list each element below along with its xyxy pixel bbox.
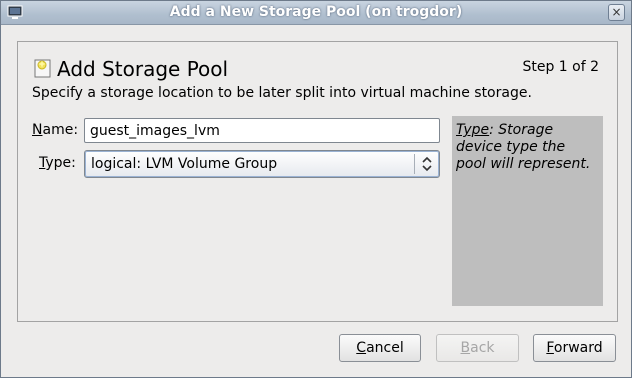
help-term: Type: [456, 122, 490, 138]
page-description: Specify a storage location to be later s…: [32, 85, 532, 101]
cancel-label: ancel: [366, 340, 404, 356]
forward-mnemonic: F: [546, 340, 554, 356]
type-select-value: logical: LVM Volume Group: [91, 156, 278, 172]
page-title: Add Storage Pool: [57, 57, 229, 81]
help-panel: Type: Storage device type the pool will …: [452, 116, 603, 306]
back-label: ack: [470, 340, 495, 356]
close-icon[interactable]: ×: [608, 4, 625, 21]
name-label: Name:: [32, 122, 78, 138]
content-panel: Add Storage Pool Step 1 of 2 Specify a s…: [17, 41, 618, 322]
type-select[interactable]: logical: LVM Volume Group: [84, 150, 440, 178]
new-pool-icon: [34, 59, 51, 78]
name-label-mnemonic: N: [32, 122, 43, 138]
back-mnemonic: B: [460, 340, 471, 356]
select-divider: [414, 154, 415, 174]
back-button[interactable]: Back: [436, 334, 519, 362]
type-label: Type:: [39, 155, 76, 171]
dialog-window: Add a New Storage Pool (on trogdor) × Ad…: [0, 0, 632, 378]
forward-button[interactable]: Forward: [533, 334, 616, 362]
chevron-updown-icon: [422, 156, 432, 172]
name-input[interactable]: [84, 118, 440, 143]
cancel-button[interactable]: Cancel: [339, 334, 421, 362]
step-indicator: Step 1 of 2: [522, 59, 599, 75]
window-title: Add a New Storage Pool (on trogdor): [169, 4, 463, 20]
type-label-text: ype:: [45, 155, 76, 171]
name-label-text: ame:: [42, 122, 79, 138]
title-bar[interactable]: Add a New Storage Pool (on trogdor) ×: [1, 1, 631, 25]
forward-label: orward: [553, 340, 603, 356]
cancel-mnemonic: C: [356, 340, 367, 356]
